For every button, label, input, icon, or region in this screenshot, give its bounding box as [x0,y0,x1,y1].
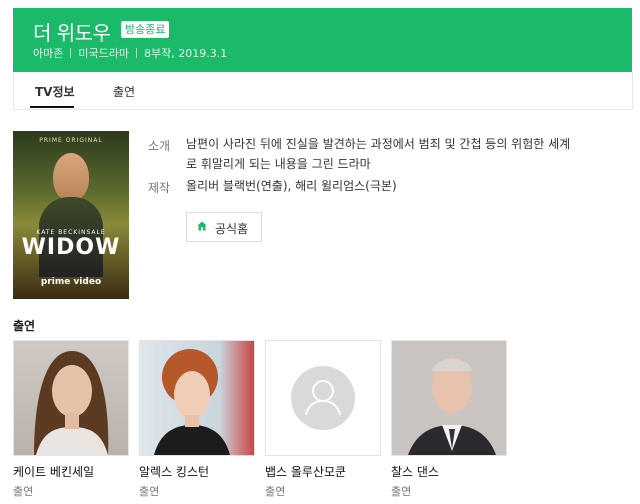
synopsis-label: 소개 [148,139,171,153]
cast-photo[interactable] [13,340,129,456]
official-home-button[interactable]: 공식홈 [186,212,262,242]
cast-name[interactable]: 뱁스 올루산모쿤 [265,463,346,480]
poster-prime-video: prime video [40,277,102,287]
status-badge: 방송종료 [121,21,170,38]
cast-photo-image [408,357,496,455]
poster-top-text: PRIME ORIGINAL [39,137,103,144]
cast-role: 출연 [139,485,160,498]
poster-figure-face [53,153,89,201]
meta-divider [135,48,137,58]
cast-role: 출연 [265,485,286,498]
official-home-label: 공식홈 [215,222,249,236]
cast-photo[interactable] [391,340,507,456]
cast-photo[interactable] [139,340,255,456]
program-poster[interactable]: PRIME ORIGINAL KATE BECKINSALE WIDOW pri… [13,131,129,299]
cast-role: 출연 [391,485,412,498]
program-title[interactable]: 더 위도우 [33,17,111,46]
cast-photo-image [34,351,109,455]
program-header: 더 위도우 방송종료 아마존 미국드라마 8부작, 2019.3.1 [13,8,632,72]
program-meta: 아마존 미국드라마 8부작, 2019.3.1 [33,45,227,61]
cast-card[interactable]: 케이트 베킨세일 출연 [13,340,129,498]
default-profile-icon [291,366,355,430]
cast-role: 출연 [13,485,34,498]
tab-bar: TV정보 출연 [13,72,633,110]
cast-photo-image [154,349,230,455]
cast-name[interactable]: 케이트 베킨세일 [13,463,94,480]
cast-card[interactable]: 알렉스 킹스턴 출연 [139,340,255,498]
synopsis-text: 남편이 사라진 뒤에 진실을 발견하는 과정에서 범죄 및 간첩 등의 위험한 … [186,134,616,174]
production-label: 제작 [148,181,171,195]
cast-photo-placeholder[interactable] [265,340,381,456]
meta-divider [70,48,72,58]
active-tab-indicator [30,106,74,108]
meta-episodes-date: 8부작, 2019.3.1 [143,47,228,60]
cast-section-title: 출연 [13,319,36,333]
cast-name[interactable]: 알렉스 킹스턴 [139,463,209,480]
tab-cast[interactable]: 출연 [113,83,135,100]
synopsis-line: 로 휘말리게 되는 내용을 그린 드라마 [186,157,371,171]
production-text[interactable]: 올리버 블랙번(연출), 해리 윌리엄스(극본) [186,176,616,196]
synopsis-line: 남편이 사라진 뒤에 진실을 발견하는 과정에서 범죄 및 간첩 등의 위험한 … [186,137,571,151]
cast-card[interactable]: 뱁스 올루산모쿤 출연 [265,340,381,498]
cast-name[interactable]: 찰스 댄스 [391,463,439,480]
home-icon [197,221,207,231]
person-icon [305,380,341,416]
poster-show-text: WIDOW [21,235,121,260]
tab-tv-info[interactable]: TV정보 [35,83,75,100]
meta-network: 아마존 [33,47,64,60]
meta-genre: 미국드라마 [78,47,129,60]
cast-card[interactable]: 찰스 댄스 출연 [391,340,507,498]
